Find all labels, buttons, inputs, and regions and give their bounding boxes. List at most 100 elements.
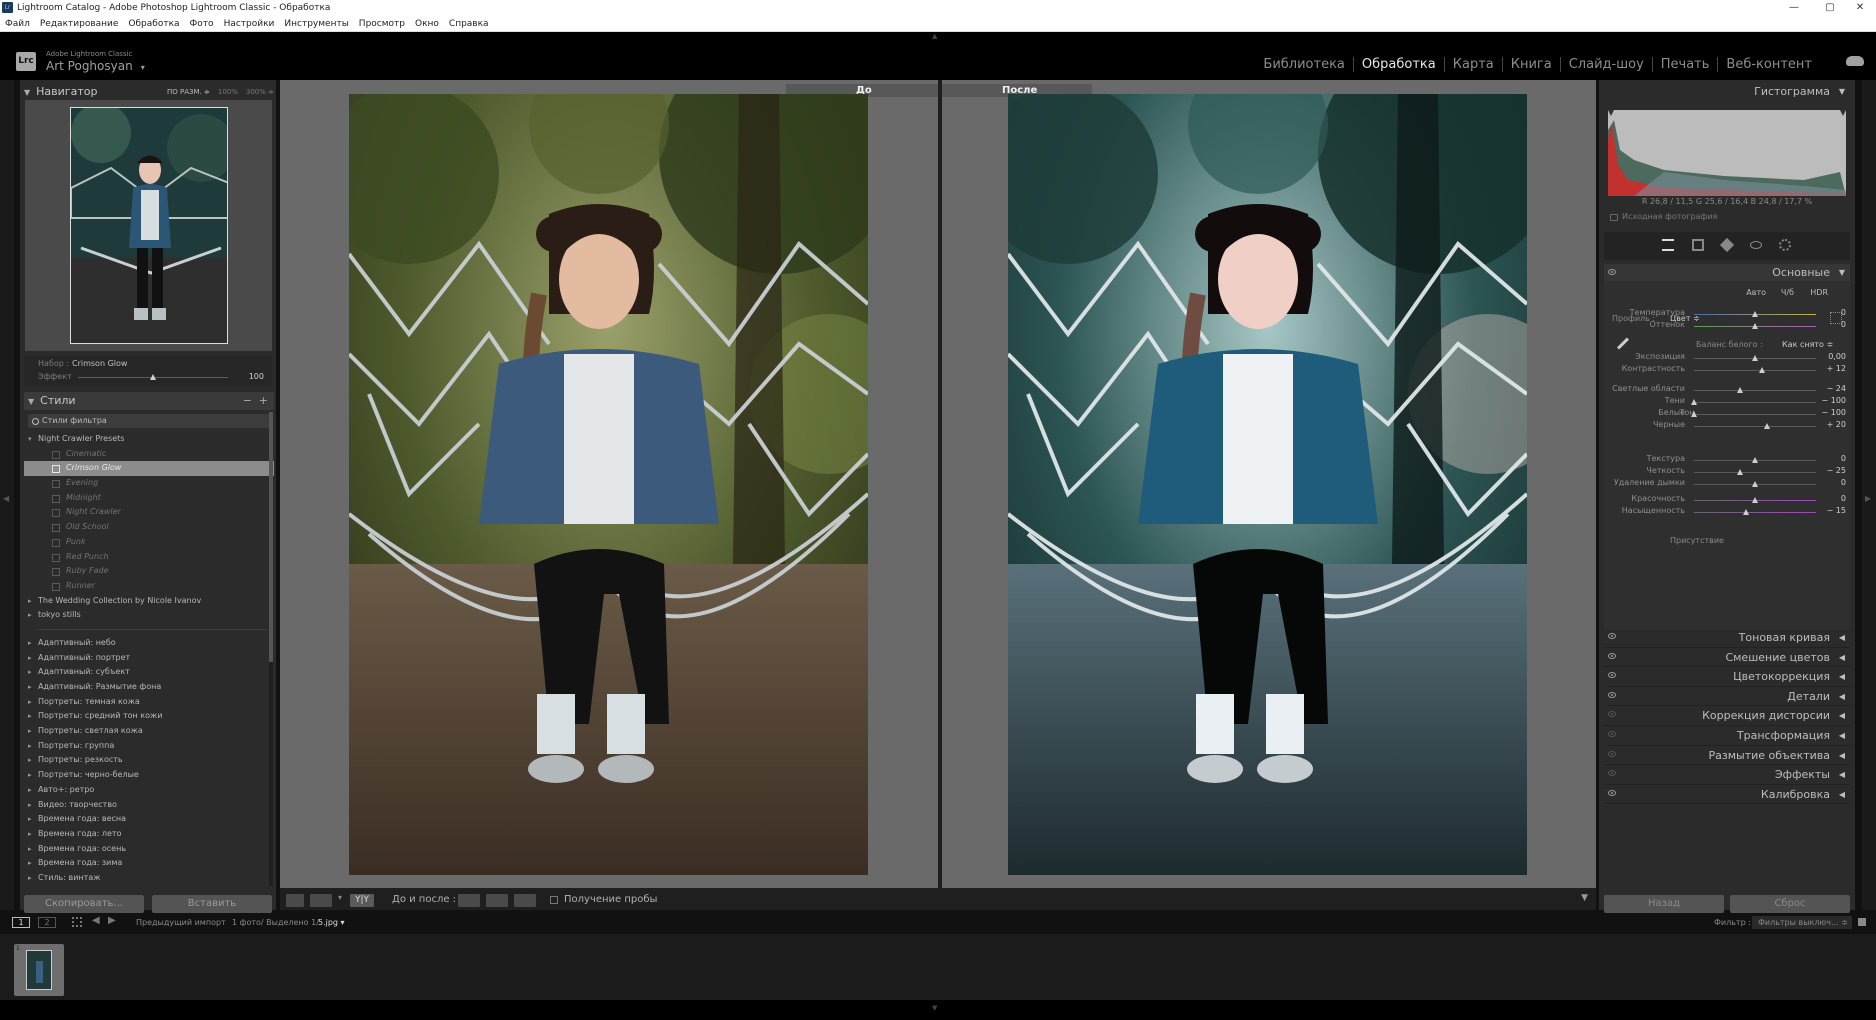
before-after-mode[interactable]: Y|Y [350, 894, 374, 907]
preset-group[interactable]: Времена года: осень [24, 842, 274, 857]
preset-item[interactable]: Crimson Glow [24, 461, 274, 477]
swap-before-after-icon[interactable] [514, 894, 536, 907]
cloud-icon[interactable] [1846, 56, 1864, 66]
copy-settings-button[interactable]: Скопировать... [24, 895, 144, 913]
panel-header-1[interactable]: Смешение цветов [1604, 648, 1850, 668]
minimize-icon[interactable]: — [1774, 0, 1814, 16]
auto-button[interactable]: Авто [1746, 288, 1766, 297]
before-photo[interactable] [349, 94, 868, 875]
preset-group[interactable]: Стиль: винтаж [24, 871, 274, 886]
menu-help[interactable]: Справка [449, 19, 489, 29]
panel-header-7[interactable]: Эффекты [1604, 765, 1850, 785]
preset-group[interactable]: Портреты: средний тон кожи [24, 709, 274, 724]
preset-group[interactable]: Времена года: весна [24, 812, 274, 827]
preset-item[interactable]: Punk [24, 535, 274, 550]
slider-knob[interactable] [1764, 423, 1771, 429]
loupe-view-icon[interactable] [286, 894, 304, 907]
preset-group-night-crawler[interactable]: Night Crawler Presets [24, 432, 274, 447]
panel-visibility-icon[interactable] [1608, 730, 1616, 737]
menu-edit[interactable]: Редактирование [40, 19, 119, 29]
menu-file[interactable]: Файл [5, 19, 30, 29]
panel-visibility-icon[interactable] [1608, 269, 1616, 275]
panel-visibility-icon[interactable] [1608, 633, 1616, 639]
slider-track[interactable] [1694, 512, 1816, 513]
view-caret-icon[interactable]: ▾ [338, 893, 342, 902]
panel-visibility-icon[interactable] [1608, 711, 1616, 718]
slider-knob[interactable] [1743, 509, 1750, 515]
preset-item[interactable]: Cinematic [24, 447, 274, 462]
menu-window[interactable]: Окно [415, 19, 439, 29]
slider-knob[interactable] [1752, 497, 1758, 503]
right-panel-edge[interactable]: ▶ [1862, 80, 1876, 910]
zoom-300[interactable]: 300% ≑ [246, 88, 274, 96]
paste-settings-button[interactable]: Вставить [152, 895, 272, 913]
slider-knob[interactable] [1691, 411, 1697, 417]
crop-icon[interactable] [1692, 239, 1704, 251]
slider-7[interactable]: Черные + 20 [1604, 420, 1850, 433]
module-library[interactable]: Библиотека [1255, 57, 1353, 72]
slider-knob[interactable] [1752, 481, 1758, 487]
panel-header-5[interactable]: Трансформация [1604, 726, 1850, 746]
slider-knob[interactable] [1752, 457, 1758, 463]
slider-knob[interactable] [1691, 399, 1697, 405]
preset-group[interactable]: Портреты: светлая кожа [24, 724, 274, 739]
toolbar-menu-icon[interactable]: ▼ [1581, 893, 1588, 903]
preset-item[interactable]: Night Crawler [24, 505, 274, 520]
panel-visibility-icon[interactable] [1608, 750, 1616, 757]
preset-item[interactable]: Evening [24, 476, 274, 491]
filter-lock-icon[interactable] [1858, 918, 1866, 926]
menu-view[interactable]: Просмотр [359, 19, 405, 29]
module-develop[interactable]: Обработка [1352, 57, 1444, 72]
copy-after-to-before-icon[interactable] [486, 894, 508, 907]
current-file[interactable]: 5.jpg ▾ [318, 918, 345, 927]
edit-sliders-icon[interactable] [1662, 239, 1674, 251]
zoom-100[interactable]: 100% [218, 88, 238, 96]
panel-visibility-icon[interactable] [1608, 672, 1616, 679]
reset-button[interactable]: Сброс [1730, 895, 1850, 913]
previous-button[interactable]: Назад [1604, 895, 1724, 913]
panel-visibility-icon[interactable] [1608, 789, 1616, 796]
styles-scrollbar[interactable] [269, 412, 273, 886]
panel-visibility-icon[interactable] [1608, 770, 1616, 777]
source-label[interactable]: Предыдущий импорт [136, 918, 226, 927]
slider-knob[interactable] [1759, 367, 1766, 373]
hdr-button[interactable]: HDR [1810, 288, 1828, 297]
window-2-button[interactable]: 2 [38, 917, 56, 928]
compare-view-icon[interactable] [310, 894, 332, 907]
menu-photo[interactable]: Фото [190, 19, 214, 29]
panel-visibility-icon[interactable] [1608, 691, 1616, 698]
slider-knob[interactable] [1752, 323, 1758, 329]
masking-icon[interactable] [1779, 239, 1791, 251]
preset-group[interactable]: The Wedding Collection by Nicole Ivanov [24, 594, 274, 609]
histogram-header[interactable]: Гистограмма [1604, 83, 1850, 100]
module-book[interactable]: Книга [1501, 57, 1560, 72]
panel-header-0[interactable]: Тоновая кривая [1604, 628, 1850, 648]
preset-filter-input[interactable]: Стили фильтра [28, 414, 272, 428]
slider-10[interactable]: Удаление дымки 0 [1604, 478, 1850, 491]
panel-header-2[interactable]: Цветокоррекция [1604, 667, 1850, 687]
red-eye-icon[interactable] [1750, 241, 1762, 249]
slider-track[interactable] [1694, 370, 1816, 371]
bw-button[interactable]: Ч/б [1781, 288, 1794, 297]
slider-1[interactable]: Оттенок 0 [1604, 320, 1850, 333]
preset-group[interactable]: Адаптивный: небо [24, 636, 274, 651]
preset-group[interactable]: Видео: творчество [24, 798, 274, 813]
collapse-top-icon[interactable]: ▲ [932, 32, 937, 40]
forward-arrow-icon[interactable]: ▶ [108, 915, 116, 926]
preset-group[interactable]: Времена года: зима [24, 856, 274, 871]
white-balance-picker-icon[interactable] [1616, 337, 1630, 350]
menu-tools[interactable]: Инструменты [284, 19, 348, 29]
module-web[interactable]: Веб-контент [1717, 57, 1820, 72]
slider-12[interactable]: Насыщенность − 15 [1604, 506, 1850, 519]
preset-group[interactable]: tokyo stills [24, 608, 274, 623]
preset-group[interactable]: Портреты: резкость [24, 753, 274, 768]
window-1-button[interactable]: 1 [12, 917, 30, 928]
preset-item[interactable]: Midnight [24, 491, 274, 506]
remove-preset-button[interactable]: − [243, 392, 252, 410]
preset-item[interactable]: Ruby Fade [24, 564, 274, 579]
slider-track[interactable] [1694, 426, 1816, 427]
wb-dropdown[interactable]: Как снято ≑ [1782, 340, 1833, 349]
preset-item[interactable]: Runner [24, 579, 274, 594]
preset-group[interactable]: Времена года: лето [24, 827, 274, 842]
preset-item[interactable]: Old School [24, 520, 274, 535]
